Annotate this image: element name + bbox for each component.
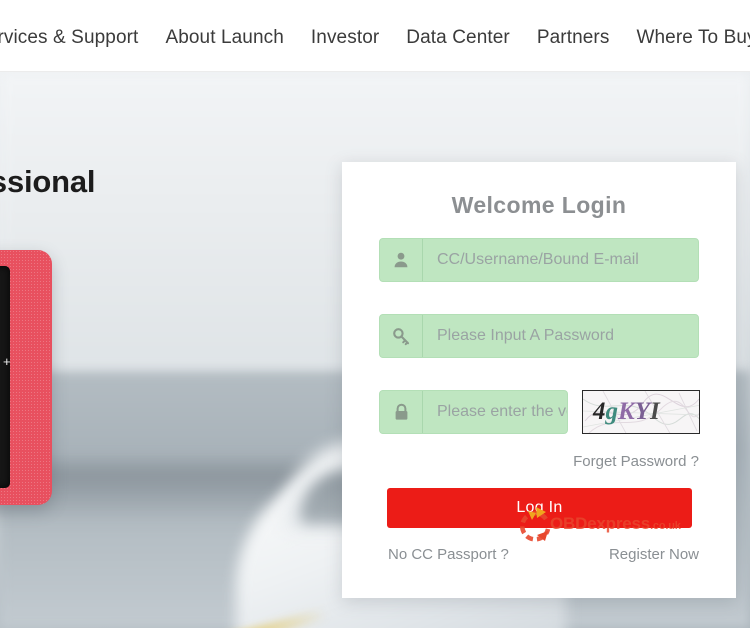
no-cc-passport-link[interactable]: No CC Passport ? [388, 546, 509, 563]
forget-password-link[interactable]: Forget Password ? [573, 453, 699, 470]
device-screen-plus-marker: + [3, 354, 11, 369]
password-field-group[interactable] [379, 314, 699, 358]
password-input[interactable] [423, 315, 698, 357]
username-field-group[interactable] [379, 238, 699, 282]
nav-item-where-to-buy[interactable]: Where To Buy [636, 27, 750, 49]
hero-headline: ofessional [0, 164, 96, 199]
captcha-char-3: K [618, 398, 635, 425]
nav-items-container: Services & Support About Launch Investor… [0, 23, 750, 49]
key-icon [380, 315, 423, 357]
user-icon [380, 239, 423, 281]
captcha-field-group[interactable] [379, 390, 568, 434]
captcha-char-5: I [649, 398, 660, 425]
nav-item-investor[interactable]: Investor [311, 27, 379, 49]
username-input[interactable] [423, 239, 698, 281]
login-card: Welcome Login CC/Username/Bound E-mail P… [342, 162, 736, 598]
captcha-char-4: Y [634, 398, 650, 425]
captcha-input[interactable] [423, 391, 567, 433]
page-root: Services & Support About Launch Investor… [0, 0, 750, 628]
lock-icon [380, 391, 423, 433]
captcha-char-1: 4 [593, 398, 606, 425]
log-in-button[interactable]: Log In [387, 488, 692, 528]
nav-item-data-center[interactable]: Data Center [406, 27, 510, 49]
captcha-char-2: g [605, 398, 619, 425]
top-navigation-bar: Services & Support About Launch Investor… [0, 0, 750, 72]
nav-item-about-launch[interactable]: About Launch [165, 27, 283, 49]
captcha-code-text: 4gKYI [593, 397, 660, 427]
diagnostic-tablet-screen [0, 266, 10, 488]
register-now-link[interactable]: Register Now [609, 546, 699, 563]
login-card-title: Welcome Login [451, 192, 627, 218]
captcha-image[interactable]: 4gKYI [582, 390, 700, 434]
nav-item-partners[interactable]: Partners [537, 27, 610, 49]
nav-item-services-support[interactable]: Services & Support [0, 27, 138, 49]
